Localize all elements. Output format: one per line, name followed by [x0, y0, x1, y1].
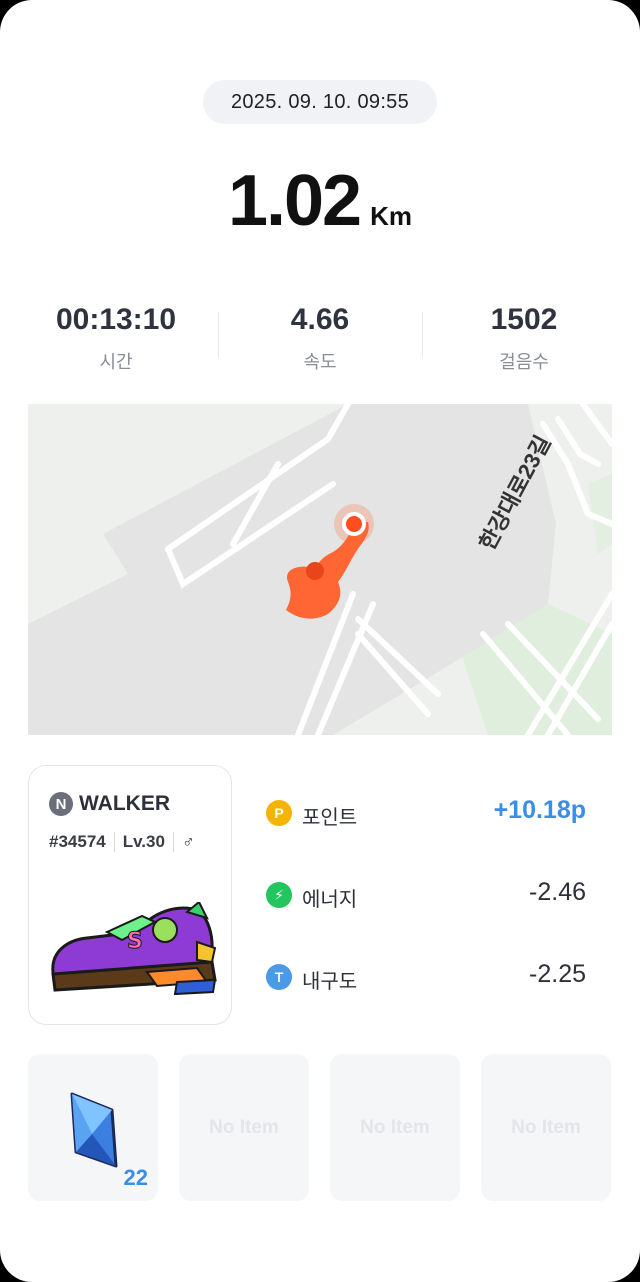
result-sheet: 2025. 09. 10. 09:55 1.02 Km 00:13:10 시간 …: [0, 0, 640, 1282]
svg-text:S: S: [127, 929, 143, 954]
nft-level: Lv.30: [122, 832, 165, 851]
empty-slot-label: No Item: [511, 1116, 581, 1138]
stat-divider: [422, 312, 423, 358]
item-count: 22: [123, 1165, 148, 1190]
reward-label: 내구도: [302, 971, 358, 993]
sneaker-image: S: [51, 902, 217, 996]
brand-logo-icon: N: [49, 792, 73, 816]
durability-icon: T: [266, 964, 292, 990]
reward-label: 포인트: [302, 807, 358, 829]
meta-divider: [172, 832, 174, 852]
meta-divider: [113, 832, 115, 852]
session-datetime: 2025. 09. 10. 09:55: [203, 80, 437, 124]
stat-value: 00:13:10: [55, 303, 177, 336]
stat-steps: 1502 걸음수: [424, 300, 624, 374]
empty-slot-label: No Item: [360, 1116, 430, 1138]
reward-energy: ⚡ 에너지 -2.46: [266, 878, 586, 914]
stat-time: 00:13:10 시간: [16, 300, 216, 374]
item-slot-gem[interactable]: 22: [28, 1054, 158, 1201]
distance-unit: Km: [370, 201, 413, 231]
nft-id: #34574: [49, 832, 106, 851]
reward-point: P 포인트 +10.18p: [266, 796, 586, 832]
reward-amount: -2.46: [529, 878, 586, 906]
stat-speed: 4.66 속도: [220, 300, 420, 374]
stat-divider: [218, 312, 219, 358]
reward-durability: T 내구도 -2.25: [266, 960, 586, 996]
empty-slot-label: No Item: [209, 1116, 279, 1138]
stat-value: 1502: [490, 303, 558, 336]
nft-brand: N WALKER: [49, 792, 170, 816]
energy-icon: ⚡: [266, 882, 292, 908]
reward-amount: +10.18p: [493, 796, 586, 824]
current-location-marker: [342, 512, 366, 536]
nft-sneaker-card[interactable]: N WALKER #34574 Lv.30 ♂ S: [28, 765, 232, 1025]
item-slot-empty[interactable]: No Item: [481, 1054, 611, 1201]
stat-label: 시간: [99, 352, 133, 372]
stat-value: 4.66: [290, 303, 350, 336]
item-slot-empty[interactable]: No Item: [330, 1054, 460, 1201]
stats-row: 00:13:10 시간 4.66 속도 1502 걸음수: [0, 300, 640, 380]
gem-icon: [70, 1092, 118, 1168]
distance-display: 1.02 Km: [0, 160, 640, 250]
brand-name: WALKER: [79, 792, 170, 815]
stat-label: 걸음수: [499, 352, 549, 372]
point-icon: P: [266, 800, 292, 826]
nft-meta: #34574 Lv.30 ♂: [49, 832, 195, 852]
stat-label: 속도: [303, 352, 337, 372]
distance-value: 1.02: [227, 161, 362, 241]
start-marker: [306, 562, 324, 580]
gender-icon: ♂: [181, 832, 195, 851]
reward-amount: -2.25: [529, 960, 586, 988]
reward-label: 에너지: [302, 889, 358, 911]
item-slot-empty[interactable]: No Item: [179, 1054, 309, 1201]
